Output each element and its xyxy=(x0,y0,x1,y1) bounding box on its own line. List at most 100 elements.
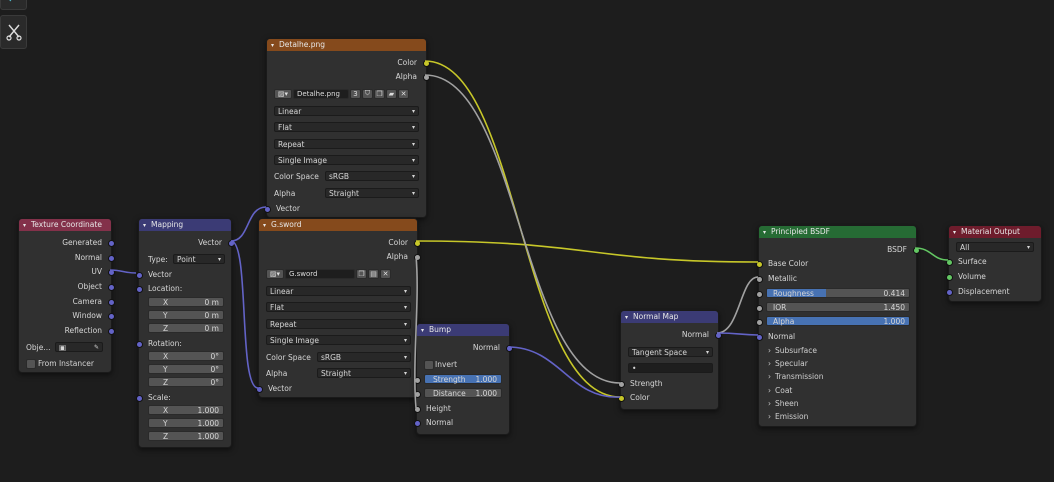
rotation-z[interactable]: Z 0° xyxy=(148,377,224,387)
panel-subsurface[interactable]: › Subsurface xyxy=(759,345,916,356)
socket-vector-in[interactable] xyxy=(263,206,271,213)
socket-object[interactable] xyxy=(107,284,115,291)
panel-emission[interactable]: › Emission xyxy=(759,411,916,422)
scale-z[interactable]: Z 1.000 xyxy=(148,431,224,441)
fake-user-shield-icon[interactable]: ⛉ xyxy=(362,88,373,99)
pack-icon[interactable]: ▤ xyxy=(368,268,379,279)
color-space-dropdown[interactable]: sRGB ▾ xyxy=(317,352,411,362)
node-header[interactable]: ▾ Bump xyxy=(417,324,509,336)
node-mapping[interactable]: ▾ Mapping Vector Type: Point ▾ Vector Loca… xyxy=(135,218,235,448)
node-image-texture-detalhe[interactable]: ▾ Detalhe.png Color Alpha ▨▾ Detalhe.png … xyxy=(263,38,430,218)
alpha-mode-dropdown[interactable]: Straight ▾ xyxy=(317,368,411,378)
socket-height[interactable] xyxy=(413,406,421,413)
chevron-down-icon[interactable]: ▾ xyxy=(263,220,271,231)
socket-window[interactable] xyxy=(107,313,115,320)
eyedropper-icon[interactable]: ✎ xyxy=(94,343,99,353)
socket-vector-in[interactable] xyxy=(135,272,143,279)
socket-rotation[interactable] xyxy=(135,341,143,348)
socket-strength[interactable] xyxy=(413,377,421,384)
link-normalmap-to-metallic[interactable] xyxy=(716,276,759,334)
socket-normal-out[interactable] xyxy=(714,332,722,339)
type-dropdown[interactable]: Point ▾ xyxy=(173,254,225,264)
chevron-down-icon[interactable]: ▾ xyxy=(23,220,31,231)
projection-dropdown[interactable]: Flat ▾ xyxy=(266,302,411,312)
scale-x[interactable]: X 1.000 xyxy=(148,405,224,415)
chevron-down-icon[interactable]: ▾ xyxy=(763,227,771,238)
socket-vector-out[interactable] xyxy=(227,240,235,247)
chevron-down-icon[interactable]: ▾ xyxy=(271,40,279,51)
alpha-slider[interactable]: Alpha 1.000 xyxy=(766,316,910,326)
rotation-x[interactable]: X 0° xyxy=(148,351,224,361)
object-field[interactable]: ▣ ✎ xyxy=(55,342,103,352)
socket-color[interactable] xyxy=(422,60,430,67)
socket-scale[interactable] xyxy=(135,395,143,402)
node-header[interactable]: ▾ Principled BSDF xyxy=(759,226,916,238)
open-folder-icon[interactable]: ▰ xyxy=(386,88,397,99)
socket-alpha[interactable] xyxy=(755,319,763,326)
socket-vector-in[interactable] xyxy=(255,386,263,393)
interpolation-dropdown[interactable]: Linear ▾ xyxy=(274,106,419,116)
strength-field[interactable]: Strength 1.000 xyxy=(424,374,502,384)
projection-dropdown[interactable]: Flat ▾ xyxy=(274,122,419,132)
from-instancer-checkbox[interactable] xyxy=(26,359,36,369)
panel-specular[interactable]: › Specular xyxy=(759,358,916,369)
panel-transmission[interactable]: › Transmission xyxy=(759,371,916,382)
socket-surface[interactable] xyxy=(945,259,953,266)
cut-links-icon[interactable] xyxy=(0,15,27,49)
link-mapping-to-gsword[interactable] xyxy=(230,240,259,389)
socket-location[interactable] xyxy=(135,286,143,293)
socket-normal[interactable] xyxy=(107,255,115,262)
chevron-down-icon[interactable]: ▾ xyxy=(143,220,151,231)
invert-checkbox[interactable] xyxy=(424,360,434,370)
node-texture-coordinate[interactable]: ▾ Texture Coordinate Generated Normal UV … xyxy=(18,218,115,373)
socket-alpha[interactable] xyxy=(422,74,430,81)
panel-coat[interactable]: › Coat xyxy=(759,385,916,396)
image-browse-icon[interactable]: ▨▾ xyxy=(266,268,284,279)
node-bump[interactable]: ▾ Bump Normal Invert Strength 1.000 Distan… xyxy=(413,323,513,435)
node-header[interactable]: ▾ Material Output xyxy=(949,226,1041,238)
socket-bsdf[interactable] xyxy=(912,247,920,254)
socket-color[interactable] xyxy=(413,240,421,247)
image-name-field[interactable]: Detalhe.png xyxy=(293,88,349,99)
chevron-down-icon[interactable]: ▾ xyxy=(625,312,633,323)
location-y[interactable]: Y0 m xyxy=(148,310,224,320)
node-header[interactable]: ▾ Mapping xyxy=(139,219,231,231)
node-normal-map[interactable]: ▾ Normal Map Normal Tangent Space ▾ • Stre… xyxy=(617,310,722,410)
link-normalmap-to-normal[interactable] xyxy=(716,332,759,336)
distance-field[interactable]: Distance 1.000 xyxy=(424,388,502,398)
extension-dropdown[interactable]: Repeat ▾ xyxy=(274,139,419,149)
socket-reflection[interactable] xyxy=(107,328,115,335)
socket-camera[interactable] xyxy=(107,299,115,306)
socket-roughness[interactable] xyxy=(755,291,763,298)
image-users-count[interactable]: 3 xyxy=(350,88,361,99)
roughness-slider[interactable]: Roughness 0.414 xyxy=(766,288,910,298)
socket-generated[interactable] xyxy=(107,240,115,247)
source-dropdown[interactable]: Single Image ▾ xyxy=(266,335,411,345)
image-browse-icon[interactable]: ▨▾ xyxy=(274,88,292,99)
close-icon[interactable]: ✕ xyxy=(380,268,391,279)
source-dropdown[interactable]: Single Image ▾ xyxy=(274,155,419,165)
location-x[interactable]: X0 m xyxy=(148,297,224,307)
socket-volume[interactable] xyxy=(945,274,953,281)
duplicate-icon[interactable]: ❐ xyxy=(356,268,367,279)
socket-uv[interactable] xyxy=(107,269,115,276)
node-header[interactable]: ▾ Detalhe.png xyxy=(267,39,426,51)
socket-normal-in[interactable] xyxy=(413,420,421,427)
space-dropdown[interactable]: Tangent Space ▾ xyxy=(628,347,713,357)
socket-alpha[interactable] xyxy=(413,254,421,261)
node-tool-icon[interactable] xyxy=(0,0,27,10)
socket-color[interactable] xyxy=(617,395,625,402)
link-gsword-color-to-base-color[interactable] xyxy=(415,240,759,263)
socket-displacement[interactable] xyxy=(945,289,953,296)
node-image-texture-gsword[interactable]: ▾ G.sword Color Alpha ▨▾ G.sword ❐ ▤ ✕ Li… xyxy=(255,218,421,398)
socket-distance[interactable] xyxy=(413,391,421,398)
scale-y[interactable]: Y 1.000 xyxy=(148,418,224,428)
link-bump-normal-out[interactable] xyxy=(507,346,621,398)
extension-dropdown[interactable]: Repeat ▾ xyxy=(266,319,411,329)
chevron-down-icon[interactable]: ▾ xyxy=(421,325,429,336)
node-header[interactable]: ▾ G.sword xyxy=(259,219,417,231)
chevron-down-icon[interactable]: ▾ xyxy=(953,227,961,238)
socket-metallic[interactable] xyxy=(755,276,763,283)
image-name-field[interactable]: G.sword xyxy=(285,268,355,279)
close-icon[interactable]: ✕ xyxy=(398,88,409,99)
